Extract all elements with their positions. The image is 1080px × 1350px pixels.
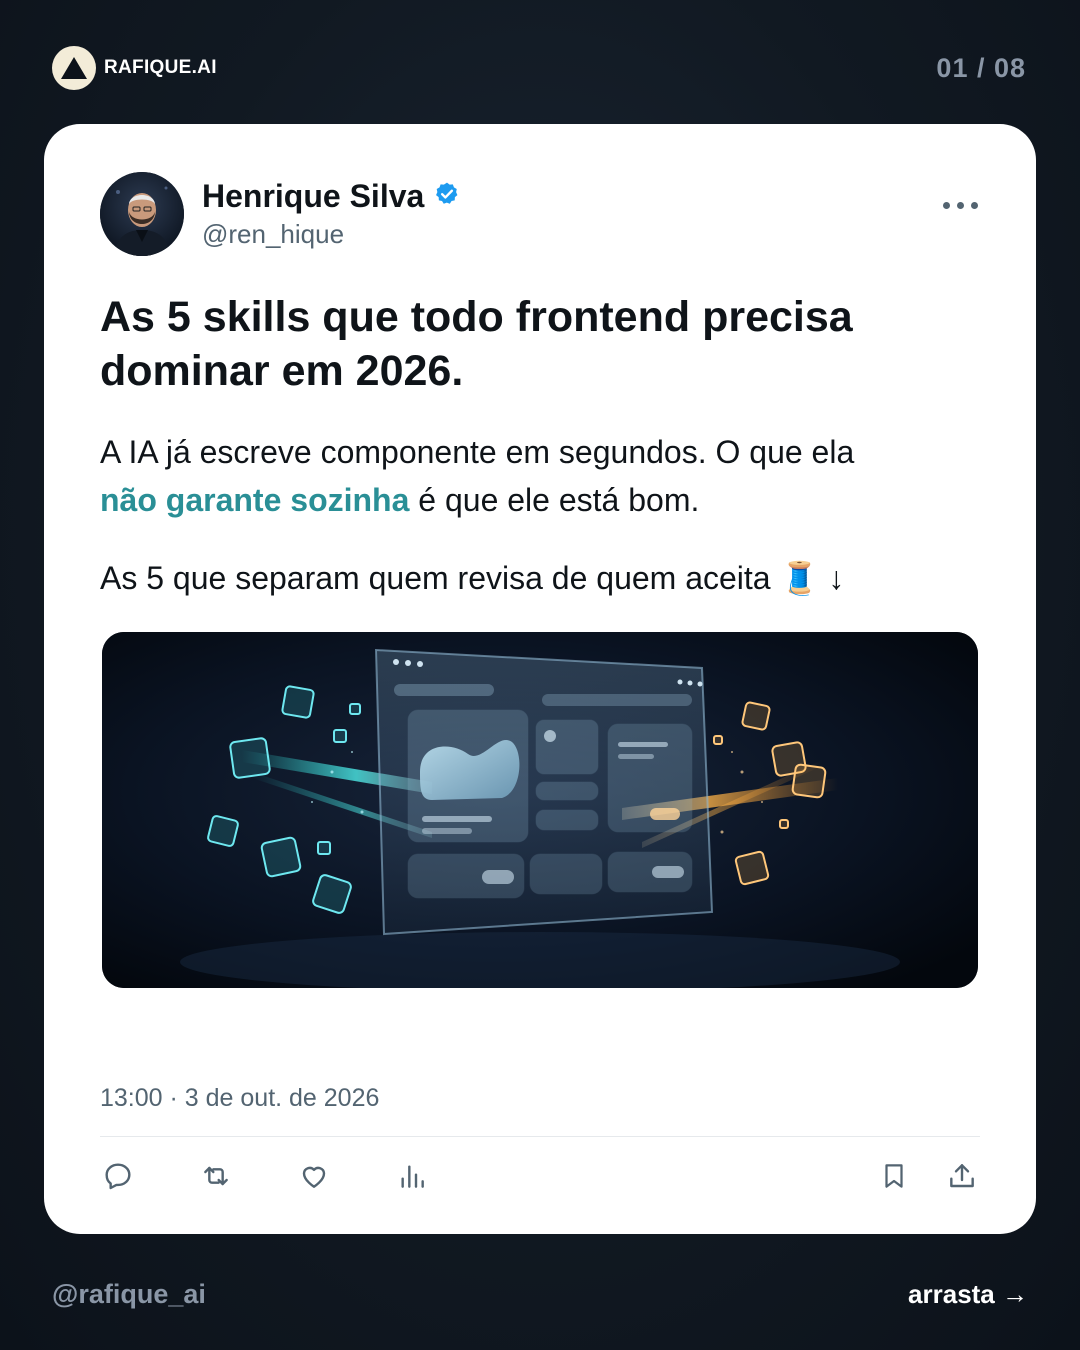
retweet-icon[interactable] <box>198 1158 234 1194</box>
tweet-author: Henrique Silva @ren_hique <box>100 172 460 256</box>
author-handle[interactable]: @ren_hique <box>202 219 460 250</box>
share-icon[interactable] <box>944 1158 980 1194</box>
divider <box>100 1136 980 1137</box>
author-name[interactable]: Henrique Silva <box>202 178 424 215</box>
brand-name: RAFIQUE.AI <box>104 57 217 78</box>
tweet-paragraph-1: A IA já escreve componente em segundos. … <box>100 428 1000 524</box>
brand: RAFIQUE.AI <box>52 46 217 90</box>
verified-badge-icon <box>434 181 460 212</box>
swipe-cta[interactable]: arrasta → <box>908 1279 1028 1310</box>
headline-line-2: dominar em 2026. <box>100 347 464 395</box>
tweet-actions <box>100 1158 980 1198</box>
paragraph-1-end: é que ele está bom. <box>409 482 700 518</box>
tweet-image[interactable] <box>102 632 978 988</box>
like-icon[interactable] <box>296 1158 332 1194</box>
tweet-timestamp[interactable]: 13:00 · 3 de out. de 2026 <box>100 1084 379 1113</box>
tweet-card: Henrique Silva @ren_hique As 5 skills qu… <box>44 124 1036 1234</box>
more-options-icon[interactable] <box>943 202 978 209</box>
paragraph-1-start: A IA já escreve componente em segundos. … <box>100 434 855 470</box>
bookmark-icon[interactable] <box>876 1158 912 1194</box>
tweet-paragraph-2: As 5 que separam quem revisa de quem ace… <box>100 554 1000 602</box>
paragraph-2-text: As 5 que separam quem revisa de quem ace… <box>100 560 771 596</box>
views-icon[interactable] <box>394 1158 430 1194</box>
reply-icon[interactable] <box>100 1158 136 1194</box>
avatar[interactable] <box>100 172 184 256</box>
highlighted-text: não garante sozinha <box>100 482 410 518</box>
top-bar: RAFIQUE.AI 01 / 08 <box>52 45 1026 91</box>
down-arrow-icon: ↓ <box>819 560 845 596</box>
tweet-headline: As 5 skills que todo frontend precisa do… <box>100 290 980 398</box>
triangle-logo-icon <box>52 46 96 90</box>
headline-line-1: As 5 skills que todo frontend precisa <box>100 293 853 341</box>
thread-spool-icon: 🧵 <box>779 560 820 596</box>
page-counter: 01 / 08 <box>936 52 1026 83</box>
footer-handle[interactable]: @rafique_ai <box>52 1279 206 1310</box>
